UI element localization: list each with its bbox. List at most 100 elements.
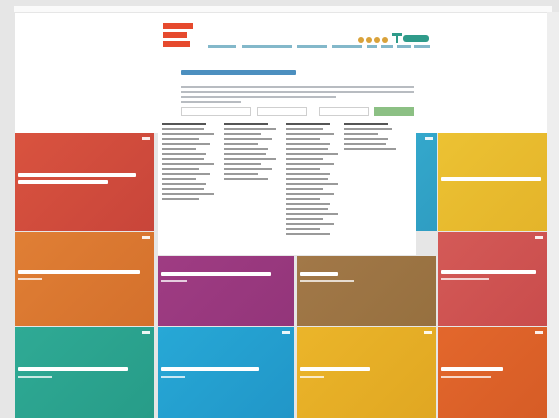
dropdown-option[interactable] bbox=[286, 138, 320, 140]
intro-title bbox=[181, 70, 296, 75]
activity-tile[interactable] bbox=[15, 133, 154, 231]
search-input[interactable] bbox=[181, 107, 251, 116]
dropdown-option[interactable] bbox=[162, 173, 210, 175]
dropdown-option[interactable] bbox=[162, 158, 204, 160]
social-icon-2[interactable] bbox=[366, 37, 372, 43]
dropdown-option[interactable] bbox=[286, 168, 320, 170]
nav-item[interactable] bbox=[381, 45, 393, 48]
nav-item[interactable] bbox=[332, 45, 362, 48]
dropdown-option[interactable] bbox=[286, 203, 331, 205]
dropdown-column-heading bbox=[286, 123, 330, 125]
dropdown-option[interactable] bbox=[162, 153, 207, 155]
tile-subtitle bbox=[18, 278, 42, 280]
dropdown-option[interactable] bbox=[224, 148, 269, 150]
tile-title bbox=[18, 173, 136, 177]
dropdown-option[interactable] bbox=[344, 143, 386, 145]
dropdown-option[interactable] bbox=[286, 198, 320, 200]
tile-title bbox=[18, 270, 140, 274]
dropdown-option[interactable] bbox=[224, 128, 277, 130]
intro-text-line bbox=[181, 96, 336, 98]
dropdown-option[interactable] bbox=[224, 168, 272, 170]
logo-bar bbox=[163, 23, 193, 29]
tile-title bbox=[441, 270, 536, 274]
dropdown-option[interactable] bbox=[344, 133, 378, 135]
social-icon-3[interactable] bbox=[374, 37, 380, 43]
search-button[interactable] bbox=[374, 107, 414, 116]
dropdown-option[interactable] bbox=[286, 228, 320, 230]
dropdown-option[interactable] bbox=[344, 138, 389, 140]
dropdown-option[interactable] bbox=[224, 173, 258, 175]
nav-item[interactable] bbox=[367, 45, 377, 48]
dropdown-option[interactable] bbox=[162, 183, 207, 185]
dropdown-option[interactable] bbox=[162, 148, 196, 150]
site-header bbox=[15, 13, 547, 71]
dropdown-option[interactable] bbox=[224, 138, 272, 140]
dropdown-option[interactable] bbox=[344, 128, 392, 130]
site-logo[interactable] bbox=[163, 23, 193, 54]
dropdown-option[interactable] bbox=[286, 233, 331, 235]
activity-tile[interactable] bbox=[415, 133, 437, 231]
dropdown-option[interactable] bbox=[286, 133, 334, 135]
nav-item[interactable] bbox=[397, 45, 411, 48]
dropdown-option[interactable] bbox=[286, 213, 339, 215]
dropdown-option[interactable] bbox=[286, 143, 331, 145]
dropdown-option[interactable] bbox=[286, 223, 334, 225]
activity-tile[interactable] bbox=[438, 133, 547, 231]
activity-tile[interactable] bbox=[297, 256, 436, 326]
dropdown-option[interactable] bbox=[286, 148, 328, 150]
tile-subtitle bbox=[18, 376, 52, 378]
tile-badge bbox=[535, 236, 543, 239]
dropdown-option[interactable] bbox=[286, 153, 339, 155]
dropdown-option[interactable] bbox=[286, 163, 334, 165]
dropdown-option[interactable] bbox=[224, 153, 266, 155]
filter-select-1[interactable] bbox=[257, 107, 307, 116]
dropdown-option[interactable] bbox=[162, 178, 196, 180]
social-icon-4[interactable] bbox=[382, 37, 388, 43]
dropdown-option[interactable] bbox=[224, 178, 269, 180]
dropdown-option[interactable] bbox=[286, 178, 328, 180]
dropdown-option[interactable] bbox=[286, 218, 324, 220]
dropdown-option[interactable] bbox=[224, 133, 262, 135]
dropdown-option[interactable] bbox=[286, 183, 339, 185]
activity-tile[interactable] bbox=[158, 327, 294, 418]
dropdown-option[interactable] bbox=[286, 173, 331, 175]
activity-tile[interactable] bbox=[15, 232, 154, 326]
dropdown-column bbox=[344, 123, 402, 153]
activity-tile[interactable] bbox=[158, 256, 294, 326]
tile-subtitle bbox=[300, 376, 324, 378]
dropdown-option[interactable] bbox=[162, 188, 204, 190]
dropdown-option[interactable] bbox=[224, 163, 262, 165]
activity-tile[interactable] bbox=[438, 327, 547, 418]
dropdown-option[interactable] bbox=[162, 128, 204, 130]
activity-tile[interactable] bbox=[297, 327, 436, 418]
dropdown-option[interactable] bbox=[286, 208, 328, 210]
tile-subtitle bbox=[441, 278, 489, 280]
dropdown-option[interactable] bbox=[286, 128, 324, 130]
nav-item[interactable] bbox=[297, 45, 327, 48]
dropdown-option[interactable] bbox=[162, 138, 200, 140]
dropdown-option[interactable] bbox=[162, 198, 200, 200]
brand-t-icon bbox=[392, 33, 402, 43]
social-icon-1[interactable] bbox=[358, 37, 364, 43]
tile-title bbox=[161, 272, 271, 276]
dropdown-option[interactable] bbox=[162, 168, 200, 170]
nav-item[interactable] bbox=[208, 45, 236, 48]
dropdown-option[interactable] bbox=[162, 133, 215, 135]
nav-item[interactable] bbox=[242, 45, 292, 48]
dropdown-option[interactable] bbox=[286, 158, 324, 160]
dropdown-option[interactable] bbox=[224, 158, 277, 160]
dropdown-column-heading bbox=[344, 123, 388, 125]
dropdown-option[interactable] bbox=[286, 188, 324, 190]
dropdown-option[interactable] bbox=[224, 143, 258, 145]
dropdown-option[interactable] bbox=[344, 148, 397, 150]
activity-tile[interactable] bbox=[15, 327, 154, 418]
filter-select-2[interactable] bbox=[319, 107, 369, 116]
activity-tile[interactable] bbox=[438, 232, 547, 326]
dropdown-option[interactable] bbox=[162, 163, 215, 165]
dropdown-option[interactable] bbox=[162, 193, 215, 195]
nav-item[interactable] bbox=[414, 45, 430, 48]
intro-text-line bbox=[181, 101, 241, 103]
dropdown-option[interactable] bbox=[286, 193, 334, 195]
account-button[interactable] bbox=[403, 35, 429, 42]
dropdown-option[interactable] bbox=[162, 143, 210, 145]
